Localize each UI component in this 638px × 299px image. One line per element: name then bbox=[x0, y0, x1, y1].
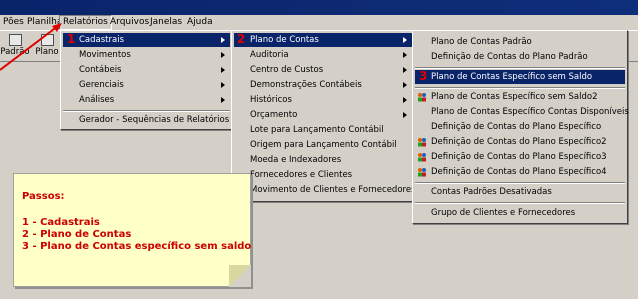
menu-relatorios-dropdown: 1 Cadastrais Movimentos Contábeis Gerenc… bbox=[60, 30, 233, 130]
menu-item-label: Movimentos bbox=[79, 50, 131, 60]
chevron-right-icon bbox=[221, 52, 225, 58]
chevron-right-icon bbox=[403, 82, 407, 88]
menu-item-label: Definição de Contas do Plano Padrão bbox=[431, 52, 588, 62]
menu-separator bbox=[63, 110, 230, 112]
menu-item-definicao-plano-especifico2[interactable]: Definição de Contas do Plano Específico2 bbox=[415, 135, 625, 149]
menu-item-label: Orçamento bbox=[250, 110, 298, 120]
menu-separator bbox=[415, 202, 625, 204]
menu-item-plano-especifico-sem-saldo2[interactable]: Plano de Contas Específico sem Saldo2 bbox=[415, 90, 625, 104]
menu-item-contabeis[interactable]: Contábeis bbox=[63, 63, 230, 77]
menu-item-analises[interactable]: Análises bbox=[63, 93, 230, 107]
menu-item-label: Definição de Contas do Plano Específico2 bbox=[431, 137, 607, 147]
menu-item-label: Gerador - Sequências de Relatórios bbox=[79, 115, 230, 125]
menu-item-centro-de-custos[interactable]: Centro de Custos bbox=[234, 63, 412, 77]
people-icon bbox=[418, 168, 426, 177]
menu-separator bbox=[415, 67, 625, 69]
steps-note: Passos: 1 - Cadastrais 2 - Plano de Cont… bbox=[13, 173, 251, 287]
menu-item-origem-lancamento[interactable]: Origem para Lançamento Contábil bbox=[234, 138, 412, 152]
menu-item-label: Históricos bbox=[250, 95, 292, 105]
menu-item-label: Movimento de Clientes e Fornecedores bbox=[250, 185, 416, 195]
chevron-right-icon bbox=[403, 97, 407, 103]
menu-item-grupo-clientes-fornecedores[interactable]: Grupo de Clientes e Fornecedores bbox=[415, 206, 625, 220]
menu-item-label: Centro de Custos bbox=[250, 65, 324, 75]
note-step: 1 - Cadastrais bbox=[22, 217, 100, 228]
step-number-2: 2 bbox=[237, 32, 246, 46]
menu-item-label: Plano de Contas Específico Contas Dispon… bbox=[431, 107, 629, 117]
menu-item-lote-lancamento[interactable]: Lote para Lançamento Contábil bbox=[234, 123, 412, 137]
menu-item-label: Plano de Contas Específico sem Saldo bbox=[431, 72, 593, 82]
menu-item-label: Análises bbox=[79, 95, 115, 105]
menu-item-definicao-plano-especifico[interactable]: Definição de Contas do Plano Específico bbox=[415, 120, 625, 134]
chevron-right-icon bbox=[221, 97, 225, 103]
menu-item-movimento-clientes[interactable]: Movimento de Clientes e Fornecedores bbox=[234, 183, 416, 197]
menu-cadastrais-submenu: 2 Plano de Contas Auditoria Centro de Cu… bbox=[231, 30, 416, 202]
menu-item-label: Plano de Contas Padrão bbox=[431, 37, 532, 47]
people-icon bbox=[418, 153, 426, 162]
menu-item-definicao-plano-padrao[interactable]: Definição de Contas do Plano Padrão bbox=[415, 50, 625, 64]
menu-item-gerenciais[interactable]: Gerenciais bbox=[63, 78, 230, 92]
menu-item-historicos[interactable]: Históricos bbox=[234, 93, 412, 107]
menu-item-cadastrais[interactable]: 1 Cadastrais bbox=[63, 32, 230, 47]
menu-item-plano-especifico-sem-saldo[interactable]: 3 Plano de Contas Específico sem Saldo bbox=[415, 69, 625, 84]
menu-item-orcamento[interactable]: Orçamento bbox=[234, 108, 412, 122]
menu-separator bbox=[415, 182, 625, 184]
menu-item-label: Demonstrações Contábeis bbox=[250, 80, 362, 90]
menu-item-label: Plano de Contas bbox=[250, 35, 319, 45]
menu-item-label: Cadastrais bbox=[79, 35, 125, 45]
people-icon bbox=[418, 93, 426, 102]
menu-item-label: Contábeis bbox=[79, 65, 122, 75]
menu-item-definicao-plano-especifico4[interactable]: Definição de Contas do Plano Específico4 bbox=[415, 165, 625, 179]
step-number-3: 3 bbox=[419, 69, 428, 83]
menu-item-label: Gerenciais bbox=[79, 80, 124, 90]
menu-item-plano-padrao[interactable]: Plano de Contas Padrão bbox=[415, 35, 625, 49]
menu-item-definicao-plano-especifico3[interactable]: Definição de Contas do Plano Específico3 bbox=[415, 150, 625, 164]
chevron-right-icon bbox=[403, 112, 407, 118]
menu-item-plano-especifico-disponiveis[interactable]: Plano de Contas Específico Contas Dispon… bbox=[415, 105, 629, 119]
note-fold bbox=[229, 265, 251, 287]
chevron-right-icon bbox=[221, 82, 225, 88]
note-step: 2 - Plano de Contas bbox=[22, 229, 132, 240]
menu-plano-de-contas-submenu: Plano de Contas Padrão Definição de Cont… bbox=[412, 30, 629, 224]
menu-item-label: Moeda e Indexadores bbox=[250, 155, 342, 165]
menu-item-label: Grupo de Clientes e Fornecedores bbox=[431, 208, 576, 218]
chevron-right-icon bbox=[221, 37, 225, 43]
menu-item-contas-padroes-desativadas[interactable]: Contas Padrões Desativadas bbox=[415, 185, 625, 199]
menu-item-label: Definição de Contas do Plano Específico3 bbox=[431, 152, 607, 162]
chevron-right-icon bbox=[403, 52, 407, 58]
menu-item-fornecedores-clientes[interactable]: Fornecedores e Clientes bbox=[234, 168, 412, 182]
menu-item-label: Definição de Contas do Plano Específico bbox=[431, 122, 602, 132]
menu-item-moeda-indexadores[interactable]: Moeda e Indexadores bbox=[234, 153, 412, 167]
menu-item-demonstracoes[interactable]: Demonstrações Contábeis bbox=[234, 78, 412, 92]
menu-item-label: Fornecedores e Clientes bbox=[250, 170, 353, 180]
menu-item-label: Auditoria bbox=[250, 50, 289, 60]
people-icon bbox=[418, 138, 426, 147]
menu-item-label: Lote para Lançamento Contábil bbox=[250, 125, 384, 135]
menu-item-plano-de-contas[interactable]: 2 Plano de Contas bbox=[234, 32, 412, 47]
menu-item-gerador[interactable]: Gerador - Sequências de Relatórios bbox=[63, 113, 230, 127]
menu-item-movimentos[interactable]: Movimentos bbox=[63, 48, 230, 62]
note-step: 3 - Plano de Contas específico sem saldo bbox=[22, 241, 252, 252]
menu-item-label: Plano de Contas Específico sem Saldo2 bbox=[431, 92, 598, 102]
menu-item-auditoria[interactable]: Auditoria bbox=[234, 48, 412, 62]
menu-separator bbox=[415, 87, 625, 89]
menu-item-label: Origem para Lançamento Contábil bbox=[250, 140, 397, 150]
menu-item-label: Contas Padrões Desativadas bbox=[431, 187, 552, 197]
chevron-right-icon bbox=[403, 67, 407, 73]
note-title: Passos: bbox=[22, 191, 65, 202]
menu-item-label: Definição de Contas do Plano Específico4 bbox=[431, 167, 607, 177]
step-number-1: 1 bbox=[67, 32, 76, 46]
chevron-right-icon bbox=[403, 37, 407, 43]
chevron-right-icon bbox=[221, 67, 225, 73]
